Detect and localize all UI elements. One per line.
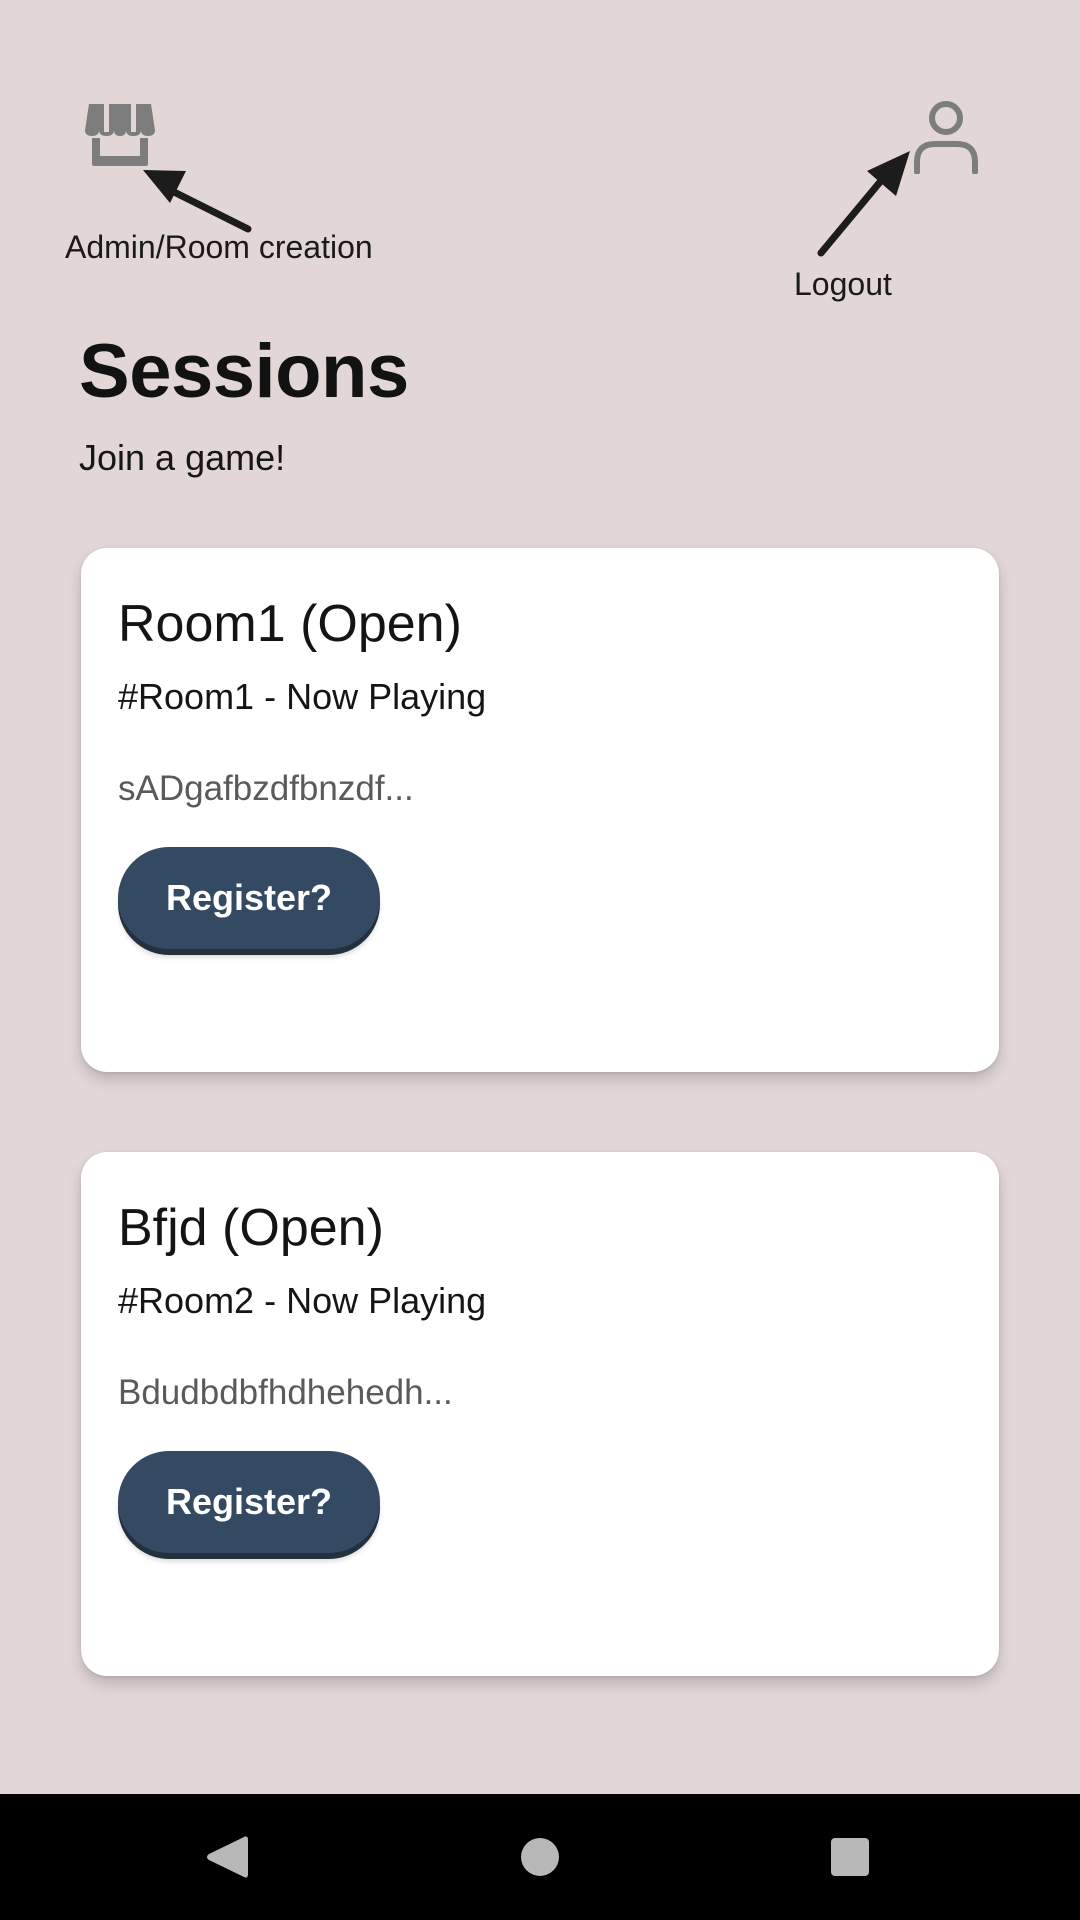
nav-home-button[interactable]	[470, 1794, 610, 1920]
room-description: Bdudbdbfhdhehedh...	[118, 1373, 453, 1412]
logout-arrow-line	[817, 172, 889, 257]
admin-room-creation-button[interactable]	[80, 100, 160, 172]
room-title: Bfjd (Open)	[118, 1199, 384, 1257]
room-card: Bfjd (Open) #Room2 - Now Playing Bdudbdb…	[81, 1152, 999, 1676]
room-description: sADgafbzdfbnzdf...	[118, 769, 414, 808]
recents-square-icon	[831, 1838, 869, 1876]
room-subtitle: #Room1 - Now Playing	[118, 676, 487, 717]
home-circle-icon	[521, 1838, 559, 1876]
page-subtitle: Join a game!	[79, 437, 286, 478]
admin-annotation-label: Admin/Room creation	[65, 229, 373, 265]
page-title: Sessions	[79, 329, 409, 414]
admin-arrow-line	[164, 185, 252, 233]
nav-recents-button[interactable]	[780, 1794, 920, 1920]
logout-profile-button[interactable]	[906, 100, 986, 180]
nav-back-button[interactable]	[156, 1794, 296, 1920]
register-button[interactable]: Register?	[118, 847, 380, 949]
back-triangle-icon	[207, 1836, 248, 1878]
system-navigation-bar	[0, 1794, 1080, 1920]
storefront-icon	[85, 104, 155, 166]
room-title: Room1 (Open)	[118, 595, 462, 653]
room-card: Room1 (Open) #Room1 - Now Playing sADgaf…	[81, 548, 999, 1072]
room-subtitle: #Room2 - Now Playing	[118, 1280, 487, 1321]
logout-annotation-label: Logout	[794, 266, 892, 302]
person-icon	[914, 101, 978, 174]
admin-arrow-head	[143, 170, 186, 203]
logout-arrow-head	[867, 151, 910, 196]
register-button[interactable]: Register?	[118, 1451, 380, 1553]
